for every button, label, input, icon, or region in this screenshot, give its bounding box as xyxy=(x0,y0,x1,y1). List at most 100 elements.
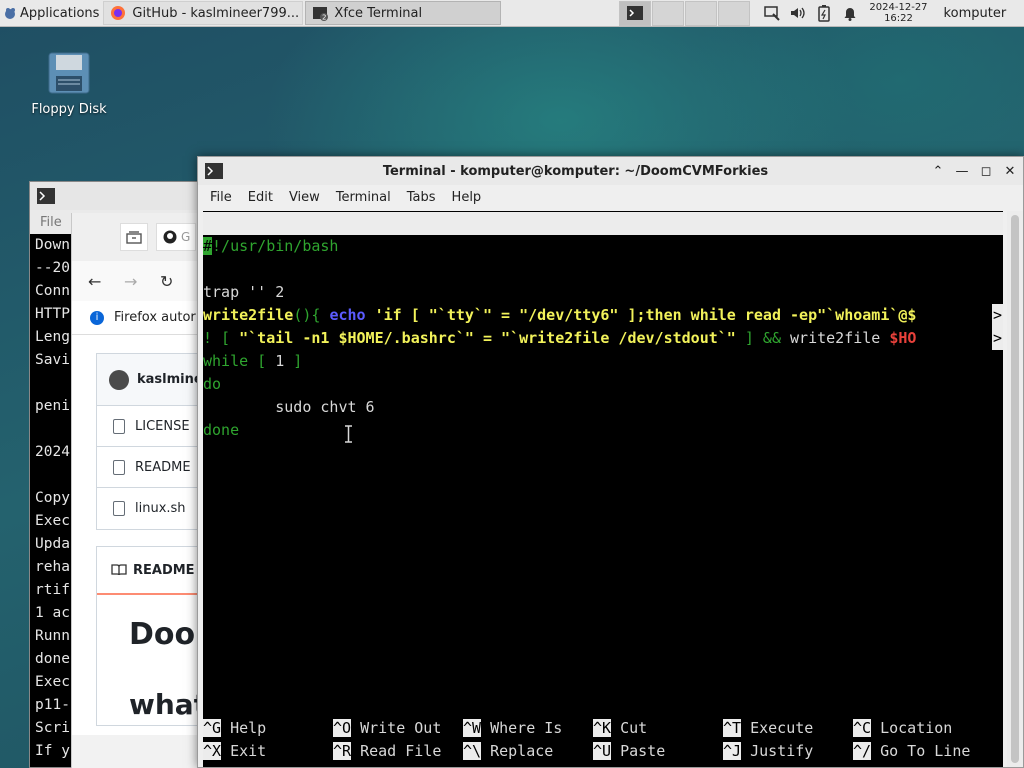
workspace-switcher xyxy=(619,0,751,26)
back-icon[interactable]: ← xyxy=(88,272,124,291)
terminal-icon xyxy=(627,6,644,20)
menu-help[interactable]: Help xyxy=(444,190,490,205)
window-titlebar[interactable]: Terminal - komputer@komputer: ~/DoomCVMF… xyxy=(198,157,1023,185)
volume-icon[interactable] xyxy=(787,5,809,21)
line-overflow-marker: > xyxy=(992,304,1003,327)
scrollbar[interactable] xyxy=(1007,211,1023,767)
desktop-icon-label: Floppy Disk xyxy=(31,102,107,117)
file-name[interactable]: LICENSE xyxy=(135,419,190,434)
readme-tab-label: README xyxy=(133,562,195,578)
firefox-icon xyxy=(110,5,126,21)
menu-terminal[interactable]: Terminal xyxy=(328,190,399,205)
readme-tab[interactable]: README xyxy=(97,547,211,595)
menu-tabs[interactable]: Tabs xyxy=(399,190,444,205)
desktop-icon-floppy-disk[interactable]: Floppy Disk xyxy=(24,52,114,117)
repo-owner[interactable]: kaslmine xyxy=(137,372,203,387)
text-cursor-ibeam-icon xyxy=(345,425,352,443)
reload-icon[interactable]: ↻ xyxy=(160,272,196,291)
notification-bar: i Firefox autor xyxy=(72,301,211,335)
shortcut-key: ^C xyxy=(853,719,872,737)
tab-label: G xyxy=(181,230,191,244)
shortcut-label: Where Is xyxy=(481,719,563,737)
minimize-icon[interactable]: — xyxy=(951,164,973,179)
network-icon[interactable] xyxy=(761,5,783,21)
shortcut-location: ^C Location xyxy=(853,717,952,740)
battery-icon[interactable] xyxy=(813,4,835,22)
code-line: sudo chvt 6 xyxy=(203,398,375,416)
shortcut-key: ^/ xyxy=(853,742,872,760)
menu-view[interactable]: View xyxy=(281,190,328,205)
shortcut-key: ^X xyxy=(203,742,222,760)
terminal-window[interactable]: Terminal - komputer@komputer: ~/DoomCVMF… xyxy=(197,156,1024,768)
clock-date: 2024-12-27 xyxy=(869,2,928,13)
shortcut-label: Location xyxy=(871,719,953,737)
taskbar-item-terminal[interactable]: 2 Xfce Terminal xyxy=(305,1,502,25)
navigation-bar: ← → ↻ xyxy=(72,261,211,301)
shortcut-key: ^U xyxy=(593,742,612,760)
shortcut-key: ^T xyxy=(723,719,742,737)
window-titlebar[interactable] xyxy=(30,182,208,210)
firefox-window[interactable]: G ← → ↻ i Firefox autor kaslmine LICENSE… xyxy=(71,213,211,768)
notification-bell-icon[interactable] xyxy=(839,5,861,21)
menu-file[interactable]: File xyxy=(202,190,240,205)
shortcut-go-to-line: ^/ Go To Line xyxy=(853,740,970,763)
shortcut-write-out: ^O Write Out xyxy=(333,717,441,740)
shortcut-key: ^G xyxy=(203,719,222,737)
applications-label: Applications xyxy=(20,5,100,21)
shortcut-label: Justify xyxy=(741,742,814,760)
workspace-4[interactable] xyxy=(718,0,751,26)
workspace-3[interactable] xyxy=(685,0,718,26)
shortcut-label: Cut xyxy=(611,719,648,737)
firefox-tabbar: G xyxy=(72,213,211,261)
shortcut-key: ^R xyxy=(333,742,352,760)
shortcut-replace: ^\ Replace xyxy=(463,740,553,763)
system-tray: 2024-12-27 16:22 komputer xyxy=(761,0,1006,26)
clock[interactable]: 2024-12-27 16:22 xyxy=(869,2,927,24)
list-item[interactable]: linux.sh xyxy=(97,488,211,529)
shortcut-key: ^O xyxy=(333,719,352,737)
shortcut-key: ^W xyxy=(463,719,482,737)
forward-icon[interactable]: → xyxy=(124,272,160,291)
scrollbar-thumb[interactable] xyxy=(1011,215,1019,763)
code-line: ! [ "`tail -n1 $HOME/.bashrc`" = "`write… xyxy=(203,327,1003,350)
workspace-1[interactable] xyxy=(619,0,652,26)
code-line: trap '' 2 xyxy=(203,283,285,301)
maximize-icon[interactable]: ◻ xyxy=(975,164,997,179)
menu-edit[interactable]: Edit xyxy=(240,190,281,205)
close-icon[interactable]: ✕ xyxy=(999,164,1021,179)
line-overflow-marker: > xyxy=(992,327,1003,350)
workspace-2[interactable] xyxy=(652,0,685,26)
floppy-disk-icon xyxy=(48,52,90,94)
clock-time: 16:22 xyxy=(884,13,913,24)
code-line: do xyxy=(203,375,222,393)
code-line: while [ 1 ] xyxy=(203,352,303,370)
shortcut-key: ^\ xyxy=(463,742,482,760)
info-icon: i xyxy=(90,310,104,325)
nano-filename: linux.sh xyxy=(584,260,657,278)
shortcut-label: Write Out xyxy=(351,719,442,737)
shortcut-cut: ^K Cut xyxy=(593,717,647,740)
notification-text: Firefox autor xyxy=(114,310,196,325)
tab-github[interactable]: G xyxy=(156,223,196,251)
file-name[interactable]: linux.sh xyxy=(135,501,186,516)
taskbar-item-firefox[interactable]: GitHub - kaslmineer799... xyxy=(103,1,304,25)
terminal-content[interactable]: GNU nano 7.2 linux.sh #!/usr/bin/bash tr… xyxy=(203,211,1003,767)
shortcut-label: Help xyxy=(221,719,267,737)
github-icon xyxy=(163,230,177,244)
shortcut-paste: ^U Paste xyxy=(593,740,665,763)
tab-list-icon[interactable] xyxy=(120,223,148,251)
taskbar-item-label: Xfce Terminal xyxy=(334,5,423,21)
list-item[interactable]: LICENSE xyxy=(97,406,211,447)
chevron-up-icon[interactable]: ⌃ xyxy=(927,164,949,179)
code-line: done xyxy=(203,421,240,439)
shortcut-where-is: ^W Where Is xyxy=(463,717,562,740)
readme-panel: README Door what xyxy=(96,546,211,726)
shortcut-justify: ^J Justify xyxy=(723,740,813,763)
list-item[interactable]: README xyxy=(97,447,211,488)
avatar xyxy=(109,369,129,390)
file-icon xyxy=(113,459,125,475)
user-menu[interactable]: komputer xyxy=(944,6,1007,21)
file-name[interactable]: README xyxy=(135,460,191,475)
xfce-mouse-icon xyxy=(3,6,17,20)
applications-menu[interactable]: Applications xyxy=(0,0,103,26)
